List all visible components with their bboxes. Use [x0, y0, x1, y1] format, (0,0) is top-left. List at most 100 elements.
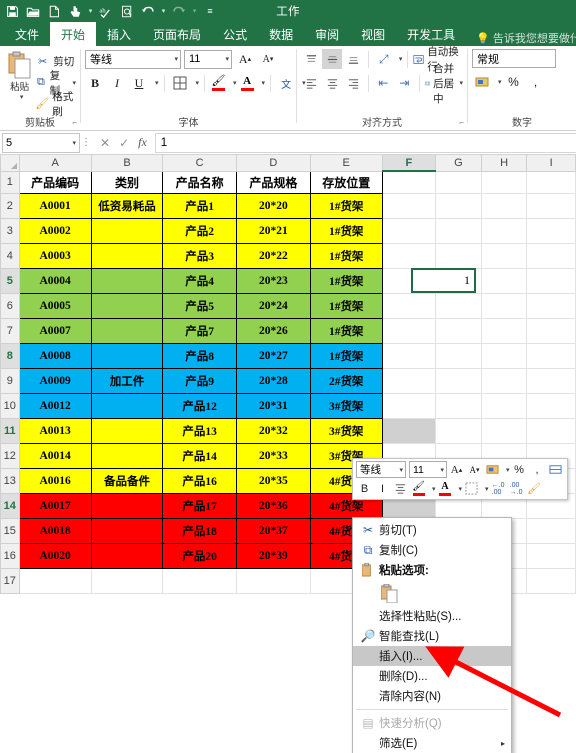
tab-insert[interactable]: 插入 — [96, 22, 142, 46]
row-header-16[interactable]: 16 — [0, 542, 20, 569]
data-cell[interactable]: 1#货架 — [309, 317, 383, 344]
merge-dropdown-icon[interactable]: ▾ — [456, 79, 464, 87]
column-header-a[interactable]: A — [18, 155, 92, 172]
row-header-2[interactable]: 2 — [0, 192, 20, 219]
data-cell[interactable]: 产品13 — [162, 417, 237, 444]
empty-cell[interactable] — [435, 292, 482, 319]
data-cell[interactable]: 产品1 — [162, 192, 237, 219]
copy-dropdown-icon[interactable]: ▾ — [68, 79, 76, 87]
font-name-combo[interactable]: 等线 ▾ — [85, 49, 181, 69]
chevron-down-icon[interactable]: ▾ — [170, 55, 178, 63]
empty-cell[interactable] — [381, 342, 437, 369]
data-cell[interactable]: 20*31 — [235, 392, 311, 419]
data-cell[interactable]: A0004 — [18, 267, 92, 294]
mini-percent-style-button[interactable]: % — [511, 461, 528, 478]
format-painter-button[interactable]: 🖌 格式刷 — [35, 91, 76, 118]
row-header-6[interactable]: 6 — [0, 292, 20, 319]
name-box[interactable]: 5 ▾ — [2, 132, 80, 153]
context-menu-item[interactable]: 🔎 智能查找(L) — [353, 626, 511, 646]
empty-cell[interactable] — [480, 317, 528, 344]
phonetic-guide-icon[interactable]: 文 — [276, 73, 296, 93]
number-format-combo[interactable]: 常规 — [472, 49, 556, 68]
data-cell[interactable]: A0008 — [18, 342, 92, 369]
empty-cell[interactable] — [526, 242, 576, 269]
spellcheck-icon[interactable]: ab — [96, 1, 116, 21]
data-cell[interactable]: A0001 — [18, 192, 92, 219]
data-cell[interactable]: A0016 — [18, 467, 92, 494]
save-icon[interactable] — [2, 1, 22, 21]
empty-cell[interactable] — [162, 567, 237, 594]
mini-font-color-dropdown-icon[interactable]: ▾ — [455, 485, 463, 493]
data-cell[interactable]: 产品3 — [162, 242, 237, 269]
data-cell[interactable]: A0003 — [18, 242, 92, 269]
align-bottom-button[interactable] — [343, 49, 363, 69]
data-cell[interactable]: A0013 — [18, 417, 92, 444]
empty-cell[interactable] — [480, 242, 528, 269]
align-left-button[interactable] — [301, 73, 321, 93]
undo-icon[interactable] — [138, 1, 158, 21]
empty-cell[interactable] — [381, 317, 437, 344]
font-size-combo[interactable]: 11 ▾ — [184, 49, 232, 69]
empty-cell[interactable] — [526, 217, 576, 244]
tab-formulas[interactable]: 公式 — [212, 22, 258, 46]
merge-center-button[interactable]: 合并后居中 — [425, 63, 455, 105]
data-cell[interactable]: 产品20 — [162, 542, 237, 569]
data-cell[interactable]: 产品14 — [162, 442, 237, 469]
increase-font-size-button[interactable]: A ▴ — [235, 49, 255, 69]
empty-cell[interactable] — [435, 417, 482, 444]
empty-cell[interactable] — [480, 217, 528, 244]
row-header-14[interactable]: 14 — [0, 492, 20, 519]
empty-cell[interactable] — [526, 542, 576, 569]
empty-cell[interactable] — [435, 170, 482, 194]
text-orientation-icon[interactable]: ⤢ — [374, 49, 394, 69]
accounting-format-icon[interactable] — [472, 72, 492, 92]
empty-cell[interactable] — [235, 567, 311, 594]
empty-cell[interactable] — [480, 392, 528, 419]
mini-borders-icon[interactable] — [463, 480, 480, 497]
paste-button[interactable]: 粘贴 ▾ — [4, 49, 35, 101]
accept-formula-icon[interactable]: ✓ — [119, 136, 129, 150]
data-cell[interactable]: 20*24 — [235, 292, 311, 319]
data-cell[interactable] — [90, 417, 164, 444]
mini-increase-font-size-button[interactable]: A ▴ — [448, 461, 465, 478]
data-cell[interactable]: 1#货架 — [309, 292, 383, 319]
tab-data[interactable]: 数据 — [258, 22, 304, 46]
column-header-h[interactable]: H — [480, 155, 528, 172]
data-cell[interactable] — [90, 242, 164, 269]
data-cell[interactable]: 20*33 — [235, 442, 311, 469]
data-cell[interactable]: 产品5 — [162, 292, 237, 319]
quick-access-toolbar[interactable]: ▾ ab ▾ ▾ ≡ — [0, 1, 220, 21]
underline-button[interactable]: U — [129, 73, 149, 93]
undo-dropdown-icon[interactable]: ▾ — [159, 7, 168, 15]
paste-keep-formatting-icon[interactable] — [379, 583, 399, 603]
data-cell[interactable]: 20*22 — [235, 242, 311, 269]
font-color-icon[interactable]: A — [239, 73, 256, 93]
mini-format-painter-icon[interactable]: 🖌 — [526, 480, 543, 497]
empty-cell[interactable] — [526, 367, 576, 394]
data-cell[interactable]: 产品12 — [162, 392, 237, 419]
underline-dropdown-icon[interactable]: ▾ — [151, 79, 159, 87]
data-cell[interactable]: A0007 — [18, 317, 92, 344]
data-cell[interactable]: 3#货架 — [309, 392, 383, 419]
row-header-12[interactable]: 12 — [0, 442, 20, 469]
mini-fill-color-dropdown-icon[interactable]: ▾ — [428, 485, 436, 493]
column-header-g[interactable]: G — [435, 155, 482, 172]
chevron-down-icon[interactable]: ▾ — [395, 466, 403, 474]
data-cell[interactable]: A0002 — [18, 217, 92, 244]
empty-cell[interactable] — [526, 317, 576, 344]
decrease-font-size-button[interactable]: A ▾ — [258, 49, 278, 69]
empty-cell[interactable] — [526, 392, 576, 419]
data-cell[interactable]: 2#货架 — [309, 367, 383, 394]
data-cell[interactable]: 1#货架 — [309, 217, 383, 244]
empty-cell[interactable] — [381, 217, 437, 244]
data-cell[interactable]: 产品7 — [162, 317, 237, 344]
data-cell[interactable]: A0012 — [18, 392, 92, 419]
mini-align-center-icon[interactable] — [392, 480, 409, 497]
header-cell[interactable]: 产品编码 — [18, 170, 92, 194]
context-menu-item[interactable]: ✂ 剪切(T) — [353, 520, 511, 540]
empty-cell[interactable] — [526, 170, 576, 194]
mini-decrease-font-size-button[interactable]: A ▾ — [466, 461, 483, 478]
mini-decrease-decimal-icon[interactable]: .00 →.0 — [508, 480, 525, 497]
data-cell[interactable]: 加工件 — [90, 367, 164, 394]
tab-home[interactable]: 开始 — [50, 22, 97, 46]
